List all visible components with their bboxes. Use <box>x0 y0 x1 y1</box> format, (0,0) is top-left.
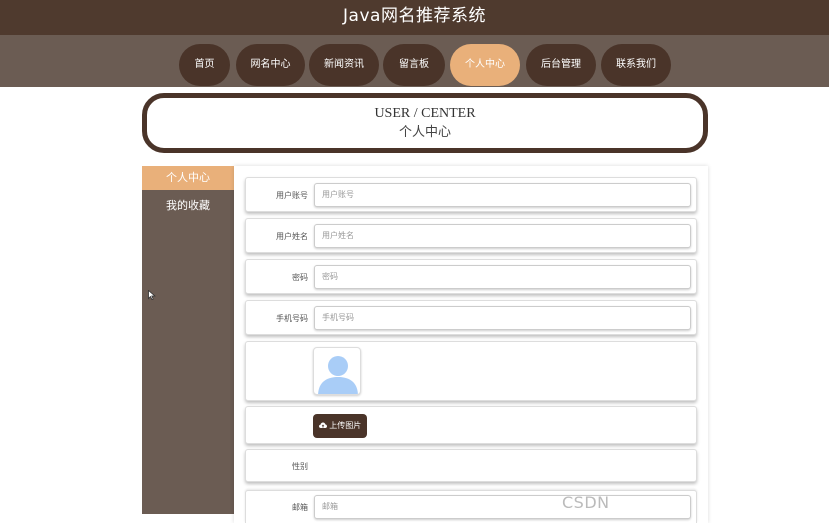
gender-label: 性别 <box>292 462 308 471</box>
nav-admin[interactable]: 后台管理 <box>526 44 596 86</box>
email-label: 邮箱 <box>292 503 308 512</box>
password-label: 密码 <box>292 273 308 282</box>
watermark: CSDN <box>562 493 610 512</box>
upload-label: 上传图片 <box>329 421 362 430</box>
account-label: 用户账号 <box>276 191 308 200</box>
password-input[interactable]: 密码 <box>314 265 691 289</box>
form-row-password: 密码 密码 <box>245 259 697 294</box>
sidebar-item-favorites[interactable]: 我的收藏 <box>142 194 234 218</box>
main-nav: 首页 网名中心 新闻资讯 留言板 个人中心 后台管理 联系我们 <box>0 35 829 87</box>
user-avatar-icon[interactable] <box>313 347 361 395</box>
form-row-account: 用户账号 用户账号 <box>245 177 697 212</box>
account-input[interactable]: 用户账号 <box>314 183 691 207</box>
phone-input[interactable]: 手机号码 <box>314 306 691 330</box>
form-row-avatar <box>245 341 697 401</box>
form-row-phone: 手机号码 手机号码 <box>245 300 697 335</box>
banner-title-cn: 个人中心 <box>398 125 451 140</box>
sidebar: 个人中心 我的收藏 <box>142 166 234 514</box>
nav-contact[interactable]: 联系我们 <box>601 44 671 86</box>
mouse-cursor-icon <box>148 285 156 301</box>
nav-home[interactable]: 首页 <box>179 44 230 86</box>
nav-nickname-center[interactable]: 网名中心 <box>236 44 305 86</box>
nav-user-center[interactable]: 个人中心 <box>450 44 520 86</box>
name-label: 用户姓名 <box>276 232 308 241</box>
name-input[interactable]: 用户姓名 <box>314 224 691 248</box>
banner-title-en: USER / CENTER <box>374 106 476 121</box>
email-input[interactable]: 邮箱 <box>314 495 691 519</box>
phone-label: 手机号码 <box>276 314 308 323</box>
cloud-upload-icon <box>318 421 330 430</box>
upload-image-button[interactable]: 上传图片 <box>313 414 367 438</box>
form-row-gender: 性别 <box>245 449 697 482</box>
form-row-upload: 上传图片 <box>245 406 697 444</box>
form-row-email: 邮箱 邮箱 <box>245 490 697 523</box>
nav-message-board[interactable]: 留言板 <box>383 44 445 86</box>
site-title: Java网名推荐系统 <box>343 6 486 26</box>
page-banner: USER / CENTER 个人中心 <box>142 93 708 153</box>
nav-news[interactable]: 新闻资讯 <box>309 44 379 86</box>
sidebar-item-user-center[interactable]: 个人中心 <box>142 166 234 190</box>
form-row-name: 用户姓名 用户姓名 <box>245 218 697 253</box>
top-header: Java网名推荐系统 <box>0 0 829 35</box>
